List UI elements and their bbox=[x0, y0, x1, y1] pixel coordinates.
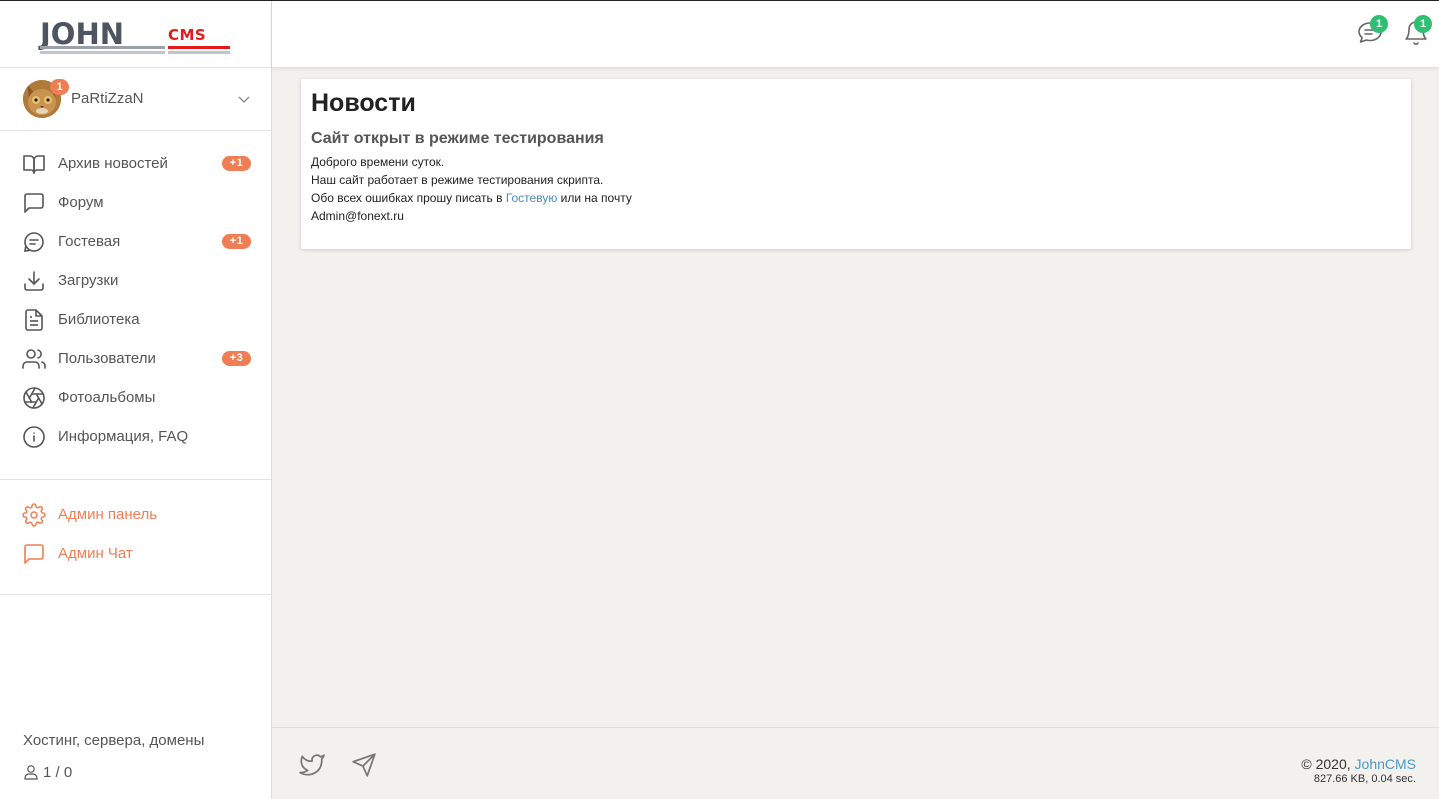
hosting-link[interactable]: Хостинг, сервера, домены bbox=[23, 732, 204, 749]
notifications-badge: 1 bbox=[1414, 15, 1432, 33]
guestbook-icon bbox=[24, 232, 44, 252]
news-line: Обо всех ошибках прошу писать в Гостевую… bbox=[311, 189, 632, 207]
news-line: Доброго времени суток. bbox=[311, 155, 445, 169]
copyright: © 2020, JohnCMS bbox=[1301, 756, 1416, 772]
online-counter[interactable]: 1 / 0 bbox=[23, 762, 103, 782]
count-badge: +1 bbox=[222, 156, 251, 171]
logo-stripe bbox=[40, 46, 165, 49]
logo[interactable]: JOHN CMS bbox=[40, 19, 232, 59]
info-icon bbox=[23, 426, 45, 448]
logo-subtext: CMS bbox=[168, 26, 207, 44]
sidebar-item-admin-panel[interactable]: Админ панель bbox=[0, 495, 271, 534]
sidebar-item-admin-chat[interactable]: Админ Чат bbox=[0, 534, 271, 573]
chat-icon bbox=[24, 544, 44, 564]
sidebar-item-label: Библиотека bbox=[58, 311, 140, 328]
page-title: Новости bbox=[311, 89, 416, 117]
sidebar-item-label: Пользователи bbox=[58, 350, 156, 367]
johncms-link[interactable]: JohnCMS bbox=[1355, 756, 1416, 772]
sidebar-item-label: Фотоальбомы bbox=[58, 389, 156, 406]
logo-stripe bbox=[168, 46, 230, 49]
sidebar-item-news-archive[interactable]: Архив новостей +1 bbox=[0, 144, 271, 183]
sidebar-item-label: Архив новостей bbox=[58, 155, 168, 172]
sidebar-item-label: Гостевая bbox=[58, 233, 121, 250]
sidebar-item-label: Форум bbox=[58, 194, 104, 211]
user-icon bbox=[24, 765, 38, 780]
news-body: Доброго времени суток. Наш сайт работает… bbox=[311, 153, 632, 225]
logo-area: JOHN CMS bbox=[0, 1, 271, 68]
news-card: Новости Сайт открыт в режиме тестировани… bbox=[301, 79, 1411, 249]
guestbook-link[interactable]: Гостевую bbox=[506, 191, 558, 205]
news-email: Admin@fonext.ru bbox=[311, 209, 404, 223]
count-badge: +1 bbox=[222, 234, 251, 249]
avatar-badge: 1 bbox=[50, 79, 69, 95]
sidebar-item-downloads[interactable]: Загрузки bbox=[0, 261, 271, 300]
top-header: 1 1 bbox=[272, 1, 1439, 67]
settings-icon bbox=[22, 503, 46, 527]
twitter-icon[interactable] bbox=[299, 752, 325, 778]
message-square-icon bbox=[24, 193, 44, 213]
online-count: 1 / 0 bbox=[43, 764, 73, 781]
copyright-text: © 2020, bbox=[1301, 756, 1355, 772]
news-line: Наш сайт работает в режиме тестирования … bbox=[311, 173, 604, 187]
users-icon bbox=[22, 349, 46, 369]
sidebar-item-label: Информация, FAQ bbox=[58, 428, 189, 445]
book-icon bbox=[23, 155, 45, 174]
news-text: Обо всех ошибках прошу писать в bbox=[311, 191, 506, 205]
sidebar-footer: Хостинг, сервера, домены 1 / 0 bbox=[23, 732, 204, 781]
sidebar-item-guestbook[interactable]: Гостевая +1 bbox=[0, 222, 271, 261]
count-badge: +3 bbox=[222, 351, 251, 366]
logo-text: JOHN bbox=[40, 17, 124, 51]
telegram-icon[interactable] bbox=[351, 752, 377, 778]
logo-stripe bbox=[40, 51, 165, 54]
top-border bbox=[0, 0, 1439, 1]
sidebar: JOHN CMS 1 PaRtiZzaN Архив новостей +1 Ф… bbox=[0, 1, 272, 799]
chevron-down-icon[interactable] bbox=[237, 92, 251, 106]
sidebar-item-forum[interactable]: Форум bbox=[0, 183, 271, 222]
sidebar-item-label: Админ Чат bbox=[58, 545, 133, 562]
sidebar-item-photo-albums[interactable]: Фотоальбомы bbox=[0, 378, 271, 417]
page-stats: 827.66 KB, 0.04 sec. bbox=[1313, 773, 1416, 785]
sidebar-item-info-faq[interactable]: Информация, FAQ bbox=[0, 417, 271, 456]
news-text: или на почту bbox=[557, 191, 632, 205]
download-icon bbox=[24, 271, 44, 291]
admin-nav: Админ панель Админ Чат bbox=[0, 480, 271, 595]
sidebar-item-label: Загрузки bbox=[58, 272, 119, 289]
messages-badge: 1 bbox=[1370, 15, 1388, 33]
news-title: Сайт открыт в режиме тестирования bbox=[311, 130, 604, 147]
sidebar-item-label: Админ панель bbox=[58, 506, 158, 523]
sidebar-item-users[interactable]: Пользователи +3 bbox=[0, 339, 271, 378]
logo-stripe bbox=[168, 51, 230, 54]
aperture-icon bbox=[23, 387, 45, 409]
main-nav: Архив новостей +1 Форум Гостевая +1 Загр… bbox=[0, 131, 271, 480]
file-text-icon bbox=[25, 309, 43, 331]
user-menu[interactable]: 1 PaRtiZzaN bbox=[0, 68, 271, 131]
page-footer: © 2020, JohnCMS 827.66 KB, 0.04 sec. bbox=[272, 727, 1439, 799]
sidebar-item-library[interactable]: Библиотека bbox=[0, 300, 271, 339]
username[interactable]: PaRtiZzaN bbox=[71, 90, 144, 107]
